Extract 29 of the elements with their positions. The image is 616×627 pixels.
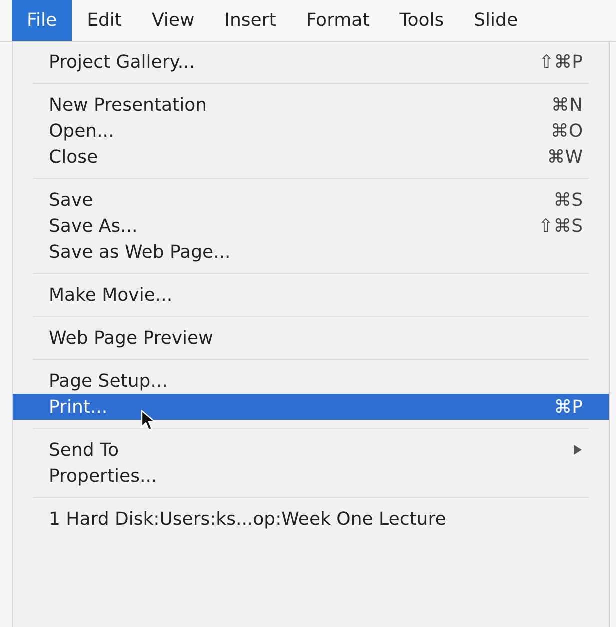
menu-item[interactable]: Save as Web Page... (13, 239, 609, 265)
submenu-arrow-icon (573, 444, 583, 456)
shortcut-label: ⌘O (550, 120, 583, 144)
menu-bar-item[interactable]: Edit (72, 0, 137, 41)
shortcut-label: ⇧⌘P (539, 50, 583, 74)
shortcut-label: ⌘W (547, 146, 583, 170)
shortcut-label: ⌘S (554, 188, 583, 212)
menu-item[interactable]: Properties... (13, 463, 609, 489)
menu-item[interactable]: 1 Hard Disk:Users:ks...op:Week One Lecture (13, 506, 609, 532)
menu-bar-item[interactable]: Tools (384, 0, 460, 41)
menu-item[interactable]: Make Movie... (13, 282, 609, 308)
menu-item[interactable]: Send To (13, 437, 609, 463)
menu-bar-item[interactable]: Insert (210, 0, 292, 41)
menu-bar-item[interactable]: Slide (459, 0, 534, 41)
shortcut-label: ⌘P (554, 396, 583, 420)
menu-bar-item[interactable]: File (12, 0, 72, 41)
menu-item[interactable]: Open... ⌘O (13, 118, 609, 144)
shortcut-label: ⇧⌘S (538, 214, 583, 238)
menu-item[interactable]: Web Page Preview (13, 325, 609, 351)
shortcut-label: ⌘N (552, 94, 583, 118)
menu-bar-item[interactable]: View (136, 0, 210, 41)
menu-bar-item[interactable]: Format (291, 0, 385, 41)
menu-item[interactable]: Save ⌘S (13, 187, 609, 213)
menu-item[interactable]: Save As... ⇧⌘S (13, 213, 609, 239)
menu-item[interactable]: New Presentation ⌘N (13, 92, 609, 118)
menu-item[interactable]: Project Gallery... ⇧⌘P (13, 49, 609, 75)
menu-item[interactable]: Page Setup... (13, 368, 609, 394)
menu-item[interactable]: Close ⌘W (13, 144, 609, 170)
mouse-pointer-icon (141, 410, 157, 432)
